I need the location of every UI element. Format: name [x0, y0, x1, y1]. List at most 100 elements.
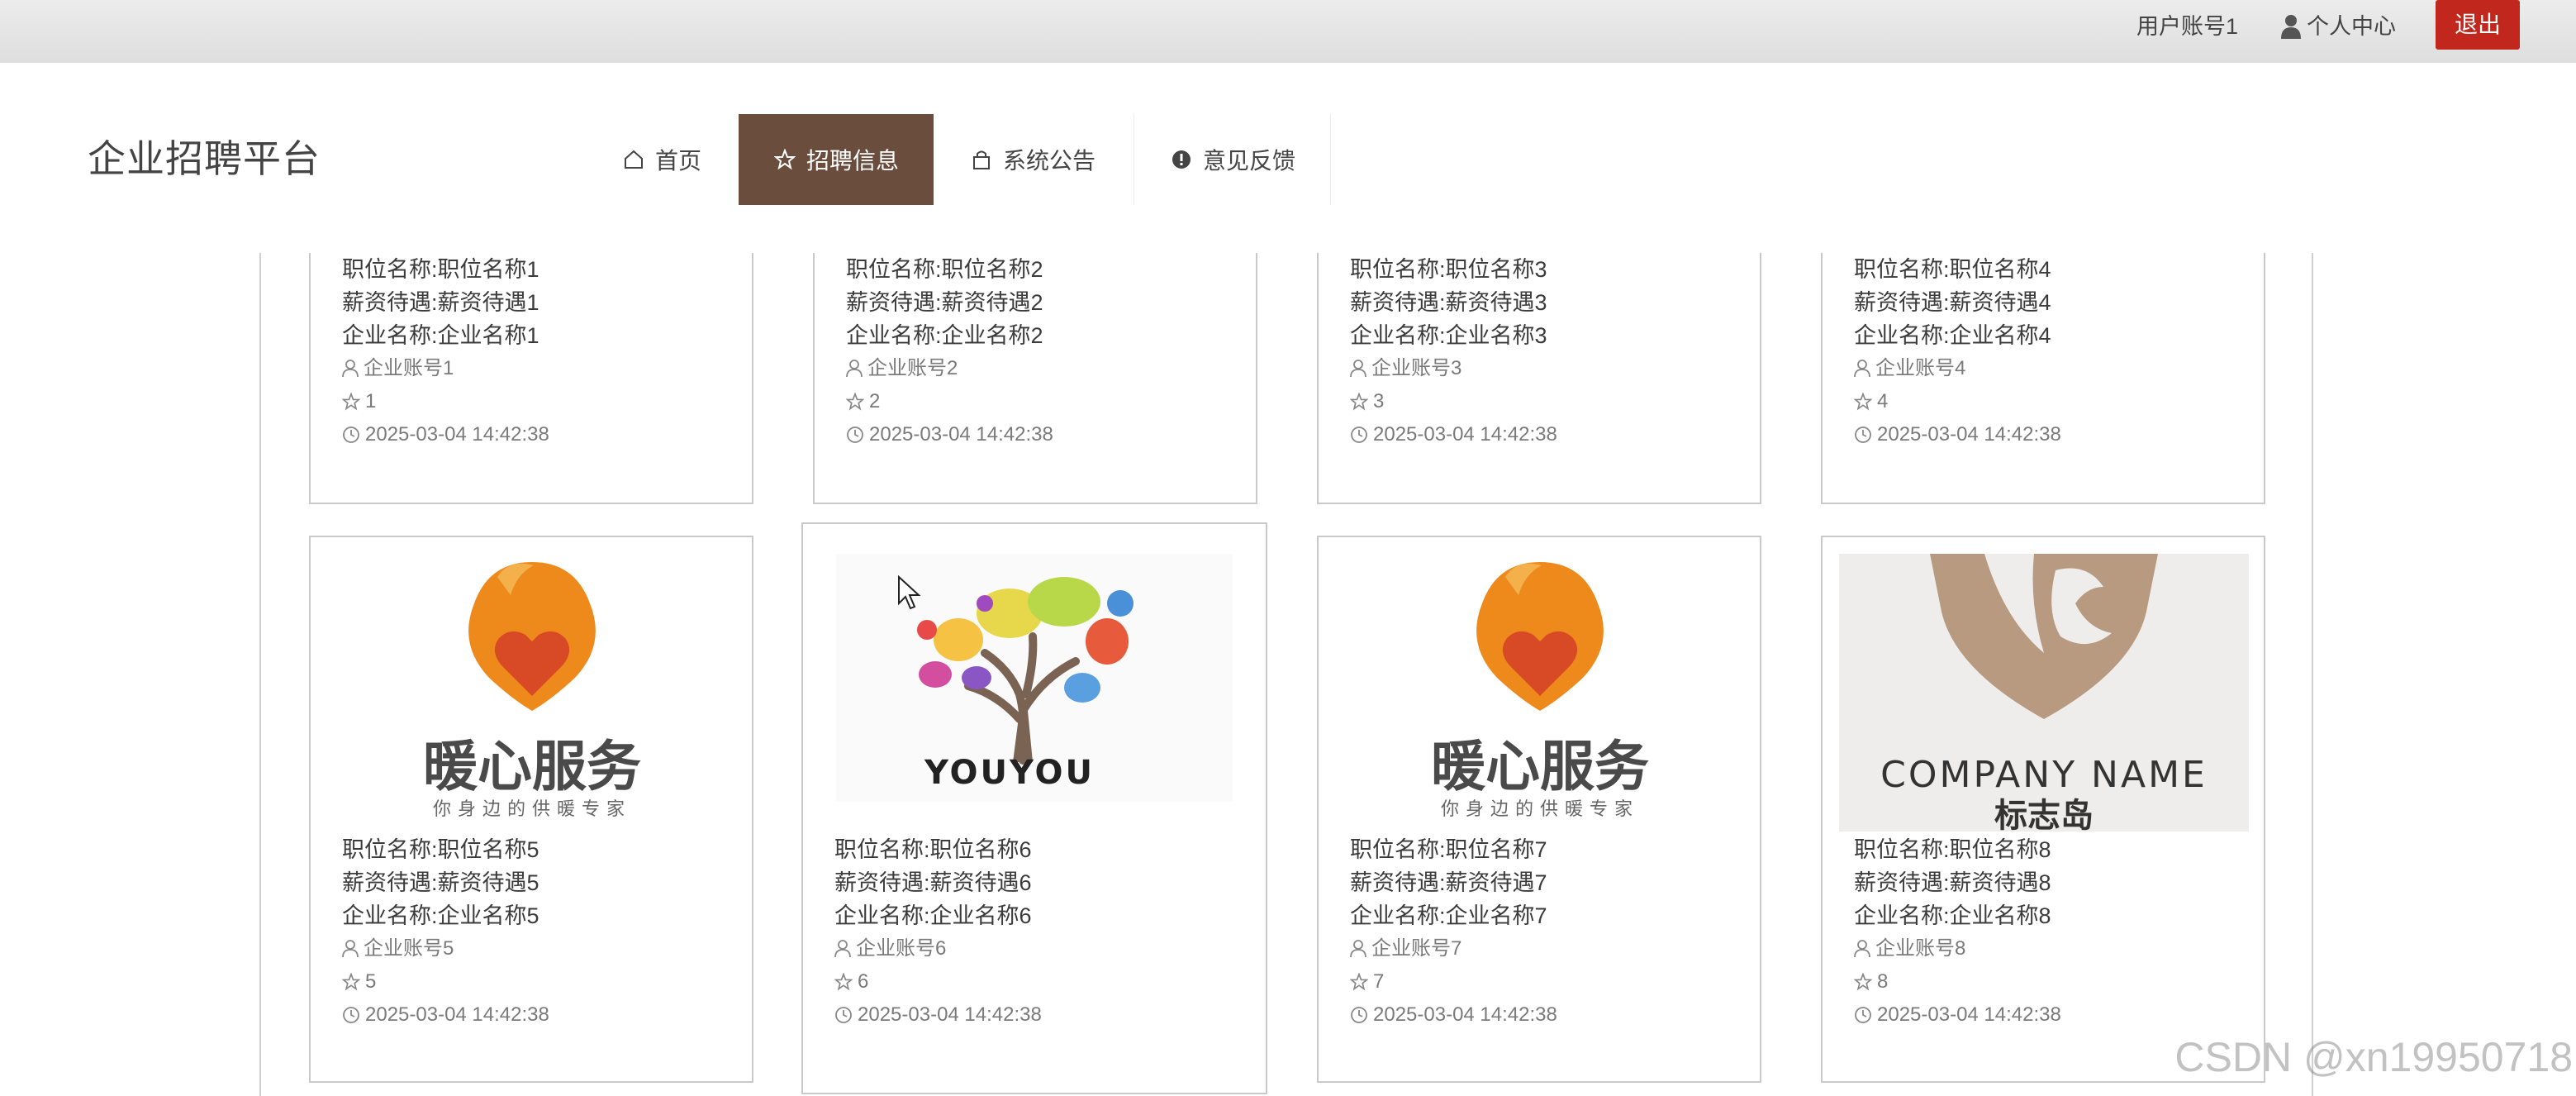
job-title: 职位名称:职位名称1 [342, 257, 539, 282]
logo-sub: 标志岛 [1994, 797, 2094, 832]
star-icon [1350, 393, 1368, 411]
job-salary: 薪资待遇:薪资待遇2 [846, 290, 1043, 315]
company-logo: 暖心服务 你身边的供暖专家 [1335, 554, 1745, 832]
user-icon [846, 360, 863, 378]
home-icon [622, 148, 645, 171]
clock-icon [847, 426, 863, 443]
job-company: 企业名称:企业名称4 [1854, 323, 2051, 348]
company-account: 企业账号8 [1875, 937, 1966, 960]
company-account: 企业账号7 [1371, 937, 1462, 960]
favorite-count: 3 [1373, 390, 1385, 412]
company-logo: COMPANY NAME 标志岛 [1839, 554, 2249, 832]
company-account: 企业账号2 [867, 357, 958, 379]
mouse-cursor-icon [898, 575, 921, 610]
job-company: 企业名称:企业名称2 [846, 323, 1043, 348]
job-company: 企业名称:企业名称7 [1350, 903, 1547, 928]
publish-time: 2025-03-04 14:42:38 [1373, 1003, 1557, 1026]
bag-icon [970, 148, 993, 171]
company-account: 企业账号3 [1371, 357, 1462, 379]
profile-link[interactable]: 个人中心 [2280, 12, 2396, 41]
site-title: 企业招聘平台 [88, 137, 321, 180]
logo-name: YOUYOU [924, 754, 1095, 792]
job-title: 职位名称:职位名称3 [1350, 257, 1547, 282]
star-icon [1350, 973, 1368, 991]
job-salary: 薪资待遇:薪资待遇8 [1854, 870, 2051, 895]
user-icon [1350, 360, 1366, 378]
nav-feedback[interactable]: 意见反馈 [1135, 114, 1330, 205]
star-icon [342, 393, 360, 411]
clock-icon [1855, 426, 1871, 443]
job-salary: 薪资待遇:薪资待遇1 [342, 290, 539, 315]
publish-time: 2025-03-04 14:42:38 [1373, 423, 1557, 446]
clock-icon [343, 1007, 359, 1023]
company-account: 企业账号4 [1875, 357, 1966, 379]
clock-icon [835, 1007, 852, 1023]
content-border-left [259, 253, 261, 1096]
star-icon [1854, 393, 1872, 411]
job-card[interactable]: YOUYOU 职位名称:职位名称6 薪资待遇:薪资待遇6 企业名称:企业名称6 … [801, 522, 1267, 1094]
publish-time: 2025-03-04 14:42:38 [1877, 423, 2061, 446]
job-title: 职位名称:职位名称4 [1854, 257, 2051, 282]
logo-name: COMPANY NAME [1880, 754, 2208, 796]
job-card[interactable]: COMPANY NAME 标志岛 职位名称:职位名称8 薪资待遇:薪资待遇8 企… [1821, 536, 2265, 1083]
star-icon [773, 148, 796, 171]
publish-time: 2025-03-04 14:42:38 [858, 1003, 1042, 1026]
job-card[interactable]: 职位名称:职位名称2 薪资待遇:薪资待遇2 企业名称:企业名称2 企业账号2 2… [813, 240, 1257, 504]
star-icon [834, 973, 853, 991]
nav-jobs-label: 招聘信息 [806, 148, 899, 174]
favorite-count: 8 [1877, 970, 1889, 993]
publish-time: 2025-03-04 14:42:38 [365, 1003, 549, 1026]
job-title: 职位名称:职位名称7 [1350, 837, 1547, 862]
nav-jobs[interactable]: 招聘信息 [739, 114, 934, 205]
nav-announcements[interactable]: 系统公告 [934, 114, 1132, 205]
job-salary: 薪资待遇:薪资待遇4 [1854, 290, 2051, 315]
job-title: 职位名称:职位名称5 [342, 837, 539, 862]
job-title: 职位名称:职位名称6 [834, 837, 1032, 862]
nav-feedback-label: 意见反馈 [1202, 148, 1295, 174]
job-card[interactable]: 暖心服务 你身边的供暖专家 职位名称:职位名称5 薪资待遇:薪资待遇5 企业名称… [309, 536, 753, 1083]
clock-icon [343, 426, 359, 443]
favorite-count: 1 [365, 390, 377, 412]
logo-name: 暖心服务 [1431, 735, 1649, 798]
logo-name: 暖心服务 [423, 735, 641, 798]
publish-time: 2025-03-04 14:42:38 [1877, 1003, 2061, 1026]
nav-home[interactable]: 首页 [583, 114, 740, 205]
user-icon [1854, 360, 1870, 378]
favorite-count: 2 [869, 390, 881, 412]
job-card[interactable]: 暖心服务 你身边的供暖专家 职位名称:职位名称7 薪资待遇:薪资待遇7 企业名称… [1317, 536, 1761, 1083]
content-border-right [2312, 253, 2313, 1096]
nav-divider [1330, 114, 1331, 205]
logout-button[interactable]: 退出 [2436, 0, 2520, 50]
job-salary: 薪资待遇:薪资待遇6 [834, 870, 1032, 895]
clock-icon [1855, 1007, 1871, 1023]
job-salary: 薪资待遇:薪资待遇7 [1350, 870, 1547, 895]
company-account: 企业账号1 [364, 357, 454, 379]
star-icon [846, 393, 864, 411]
job-company: 企业名称:企业名称5 [342, 903, 539, 928]
job-salary: 薪资待遇:薪资待遇3 [1350, 290, 1547, 315]
header-layer: 企业招聘平台 首页 招聘信息 系统公告 意见反馈 [5, 63, 2576, 253]
logo-slogan: 你身边的供暖专家 [433, 799, 631, 820]
user-account: 用户账号1 [2136, 14, 2239, 39]
publish-time: 2025-03-04 14:42:38 [365, 423, 549, 446]
user-icon [1854, 940, 1870, 958]
nav-announcements-label: 系统公告 [1002, 148, 1096, 174]
user-icon [1350, 940, 1366, 958]
job-card[interactable]: 职位名称:职位名称1 薪资待遇:薪资待遇1 企业名称:企业名称1 企业账号1 1… [309, 240, 753, 504]
star-icon [1854, 973, 1872, 991]
alert-icon [1170, 148, 1193, 171]
job-card[interactable]: 职位名称:职位名称3 薪资待遇:薪资待遇3 企业名称:企业名称3 企业账号3 3… [1317, 240, 1761, 504]
job-title: 职位名称:职位名称8 [1854, 837, 2051, 862]
clock-icon [1351, 426, 1367, 443]
company-account: 企业账号6 [856, 937, 947, 960]
company-logo: YOUYOU [836, 554, 1233, 802]
top-bar: 用户账号1 个人中心 退出 [0, 0, 2576, 63]
publish-time: 2025-03-04 14:42:38 [869, 423, 1053, 446]
favorite-count: 4 [1877, 390, 1889, 412]
job-company: 企业名称:企业名称3 [1350, 323, 1547, 348]
star-icon [342, 973, 360, 991]
nav-home-label: 首页 [654, 148, 701, 174]
job-card[interactable]: 职位名称:职位名称4 薪资待遇:薪资待遇4 企业名称:企业名称4 企业账号4 4… [1821, 240, 2265, 504]
favorite-count: 7 [1373, 970, 1385, 993]
company-account: 企业账号5 [364, 937, 454, 960]
